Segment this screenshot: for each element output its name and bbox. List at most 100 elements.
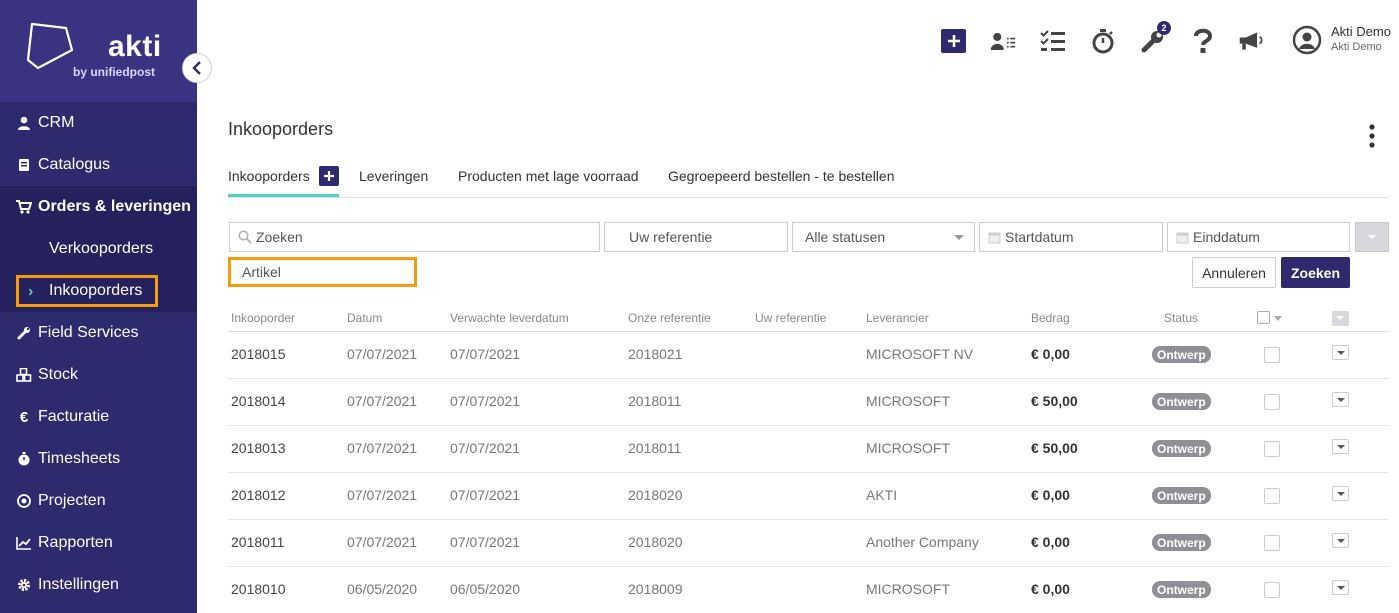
cell-amount: € 50,00 bbox=[1031, 393, 1078, 409]
sidebar-item-instellingen[interactable]: Instellingen bbox=[0, 564, 197, 606]
row-checkbox[interactable] bbox=[1264, 535, 1280, 551]
row-checkbox[interactable] bbox=[1264, 582, 1280, 598]
status-badge: Ontwerp bbox=[1152, 534, 1211, 551]
cell-order[interactable]: 2018010 bbox=[231, 581, 286, 597]
end-date-field[interactable] bbox=[1167, 222, 1350, 252]
tab-producten-lage-voorraad[interactable]: Producten met lage voorraad bbox=[458, 168, 639, 184]
cell-date: 07/07/2021 bbox=[347, 534, 418, 550]
help-button[interactable] bbox=[1190, 28, 1216, 54]
table-row[interactable]: 2018014 07/07/2021 07/07/2021 2018011 MI… bbox=[228, 379, 1389, 426]
row-actions-dropdown[interactable] bbox=[1332, 439, 1349, 454]
status-select[interactable]: Alle statusen bbox=[792, 222, 975, 252]
sidebar-item-timesheets[interactable]: Timesheets bbox=[0, 438, 197, 480]
cell-amount: € 50,00 bbox=[1031, 440, 1078, 456]
cell-date: 07/07/2021 bbox=[347, 393, 418, 409]
cell-order[interactable]: 2018013 bbox=[231, 440, 286, 456]
column-header-leverancier[interactable]: Leverancier bbox=[866, 311, 929, 325]
cell-order[interactable]: 2018012 bbox=[231, 487, 286, 503]
cell-our-reference: 2018011 bbox=[628, 440, 682, 456]
row-actions-dropdown[interactable] bbox=[1332, 392, 1349, 407]
sidebar-subitem-label: Verkooporders bbox=[49, 240, 154, 257]
row-checkbox[interactable] bbox=[1264, 488, 1280, 504]
table-row[interactable]: 2018015 07/07/2021 07/07/2021 2018021 MI… bbox=[228, 332, 1389, 379]
contacts-list-button[interactable] bbox=[990, 28, 1016, 54]
more-options-button[interactable] bbox=[1366, 124, 1378, 148]
tab-inkooporders[interactable]: Inkooporders bbox=[228, 168, 310, 184]
sidebar-item-facturatie[interactable]: € Facturatie bbox=[0, 396, 197, 438]
cart-icon bbox=[16, 199, 32, 215]
table-row[interactable]: 2018013 07/07/2021 07/07/2021 2018011 MI… bbox=[228, 426, 1389, 473]
table-row[interactable]: 2018012 07/07/2021 07/07/2021 2018020 AK… bbox=[228, 473, 1389, 520]
sidebar-subitem-verkooporders[interactable]: Verkooporders bbox=[0, 228, 197, 270]
cell-supplier: AKTI bbox=[866, 487, 898, 503]
column-header-onze-referentie[interactable]: Onze referentie bbox=[628, 311, 711, 325]
row-actions-dropdown[interactable] bbox=[1332, 580, 1349, 595]
cell-expected-date: 07/07/2021 bbox=[450, 487, 521, 503]
sidebar-collapse-button[interactable] bbox=[182, 53, 212, 83]
sidebar-item-label: Rapporten bbox=[38, 534, 113, 551]
reference-field[interactable] bbox=[604, 222, 788, 252]
bulk-actions-dropdown[interactable] bbox=[1332, 311, 1349, 326]
tasks-button[interactable] bbox=[1040, 28, 1066, 54]
cancel-button[interactable]: Annuleren bbox=[1192, 257, 1276, 288]
sidebar-item-crm[interactable]: CRM bbox=[0, 102, 197, 144]
stopwatch-icon bbox=[1092, 29, 1114, 54]
sidebar-item-catalogus[interactable]: Catalogus bbox=[0, 144, 197, 186]
add-new-button[interactable] bbox=[941, 29, 966, 53]
table-row[interactable]: 2018010 06/05/2020 06/05/2020 2018009 MI… bbox=[228, 567, 1389, 613]
start-date-input[interactable] bbox=[1005, 223, 1162, 251]
status-badge: Ontwerp bbox=[1152, 346, 1211, 363]
article-field[interactable] bbox=[228, 257, 417, 287]
cell-expected-date: 06/05/2020 bbox=[450, 581, 521, 597]
column-header-uw-referentie[interactable]: Uw referentie bbox=[755, 311, 826, 325]
search-field[interactable] bbox=[229, 222, 600, 252]
column-header-status[interactable]: Status bbox=[1164, 311, 1198, 325]
row-checkbox[interactable] bbox=[1264, 394, 1280, 410]
row-actions-dropdown[interactable] bbox=[1332, 345, 1349, 360]
start-date-field[interactable] bbox=[979, 222, 1163, 252]
sidebar-subitem-inkooporders[interactable]: › Inkooporders bbox=[0, 270, 197, 312]
cell-supplier: MICROSOFT NV bbox=[866, 346, 974, 362]
tab-leveringen[interactable]: Leveringen bbox=[359, 168, 428, 184]
user-name[interactable]: Akti Demo bbox=[1331, 24, 1391, 39]
column-header-datum[interactable]: Datum bbox=[347, 311, 382, 325]
sidebar-nav: CRM Catalogus Orders & leveringen Verkoo… bbox=[0, 102, 197, 606]
user-menu-button[interactable] bbox=[1292, 25, 1322, 55]
sidebar-item-stock[interactable]: Stock bbox=[0, 354, 197, 396]
announcements-button[interactable] bbox=[1238, 28, 1264, 54]
row-actions-dropdown[interactable] bbox=[1332, 486, 1349, 501]
sidebar-item-field-services[interactable]: Field Services bbox=[0, 312, 197, 354]
cell-supplier: MICROSOFT bbox=[866, 581, 950, 597]
euro-icon: € bbox=[19, 408, 29, 426]
chevron-down-icon[interactable] bbox=[1274, 316, 1282, 321]
article-input[interactable] bbox=[242, 264, 414, 280]
cell-order[interactable]: 2018014 bbox=[231, 393, 286, 409]
row-actions-dropdown[interactable] bbox=[1332, 533, 1349, 548]
checklist-icon bbox=[1040, 30, 1065, 51]
cell-order[interactable]: 2018011 bbox=[231, 534, 284, 550]
reference-input[interactable] bbox=[629, 223, 787, 251]
filter-options-dropdown[interactable] bbox=[1355, 222, 1389, 252]
column-header-verwachte-leverdatum[interactable]: Verwachte leverdatum bbox=[450, 311, 569, 325]
sidebar-item-orders[interactable]: Orders & leveringen bbox=[0, 186, 197, 228]
table-row[interactable]: 2018011 07/07/2021 07/07/2021 2018020 An… bbox=[228, 520, 1389, 567]
sidebar-item-label: Timesheets bbox=[38, 450, 121, 467]
row-checkbox[interactable] bbox=[1264, 441, 1280, 457]
end-date-input[interactable] bbox=[1193, 223, 1349, 251]
row-checkbox[interactable] bbox=[1264, 347, 1280, 363]
sidebar-item-rapporten[interactable]: Rapporten bbox=[0, 522, 197, 564]
sidebar-item-label: CRM bbox=[38, 114, 75, 131]
notification-badge: 2 bbox=[1157, 21, 1171, 35]
timer-button[interactable] bbox=[1090, 28, 1116, 54]
column-header-inkooporder[interactable]: Inkooporder bbox=[231, 311, 295, 325]
search-button[interactable]: Zoeken bbox=[1281, 257, 1350, 288]
tab-gegroepeerd-bestellen[interactable]: Gegroepeerd bestellen - te bestellen bbox=[668, 168, 894, 184]
cell-order[interactable]: 2018015 bbox=[231, 346, 286, 362]
add-purchase-order-button[interactable] bbox=[319, 166, 339, 186]
cell-expected-date: 07/07/2021 bbox=[450, 440, 521, 456]
search-input[interactable] bbox=[256, 223, 599, 251]
column-header-bedrag[interactable]: Bedrag bbox=[1031, 311, 1070, 325]
sidebar-item-projecten[interactable]: Projecten bbox=[0, 480, 197, 522]
select-all-checkbox[interactable] bbox=[1257, 311, 1270, 324]
sidebar-item-label: Stock bbox=[38, 366, 79, 383]
